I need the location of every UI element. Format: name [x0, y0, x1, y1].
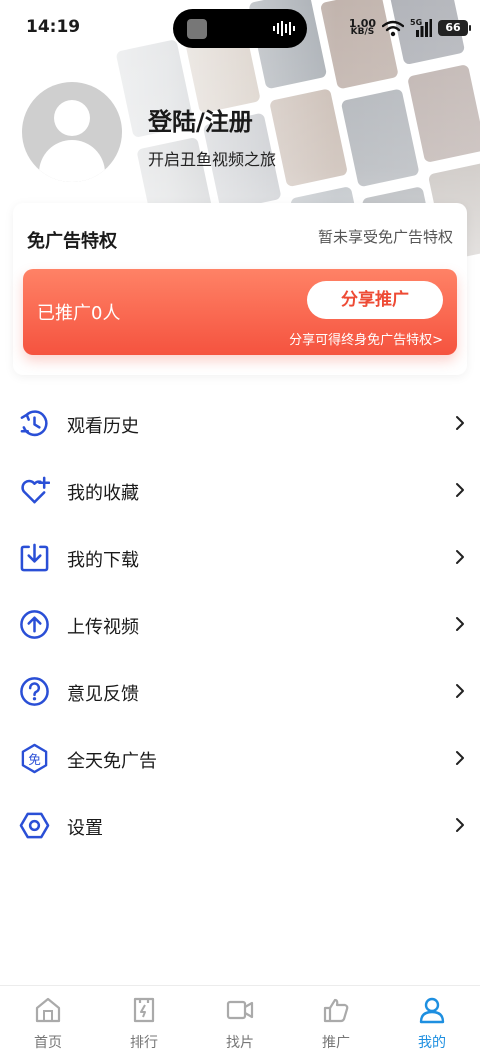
- share-promote-button[interactable]: 分享推广: [307, 281, 443, 319]
- svg-text:免: 免: [28, 752, 41, 767]
- clock: 14:19: [26, 17, 81, 37]
- login-register-link[interactable]: 登陆/注册: [148, 102, 253, 137]
- chevron-right-icon: [456, 416, 464, 430]
- nav-home[interactable]: 首页: [0, 986, 96, 1056]
- ad-free-card: 免广告特权 暂未享受免广告特权 已推广0人 分享推广 分享可得终身免广告特权>: [13, 203, 467, 375]
- promoted-count: 已推广0人: [37, 303, 121, 324]
- avatar[interactable]: [22, 82, 122, 182]
- chevron-right-icon: [456, 684, 464, 698]
- media-thumbnail-icon: [187, 19, 207, 39]
- cellular-signal-icon: 5G: [410, 19, 432, 37]
- menu-item-ad-free[interactable]: 免 全天免广告: [0, 725, 480, 792]
- network-speed: 1.00 KB/S: [348, 17, 376, 37]
- ranking-icon: [133, 997, 155, 1023]
- menu-item-downloads[interactable]: 我的下载: [0, 524, 480, 591]
- audio-wave-icon: [273, 21, 295, 36]
- promote-icon: [323, 998, 349, 1023]
- home-icon: [35, 997, 61, 1023]
- menu-list: 观看历史 我的收藏 我的下载 上传视频 意见反馈 免 全天免广告 设置: [0, 390, 480, 859]
- chevron-right-icon: [456, 751, 464, 765]
- chevron-right-icon: [456, 818, 464, 832]
- menu-item-favorites[interactable]: 我的收藏: [0, 457, 480, 524]
- bottom-nav: 首页 排行 找片 推广 我的: [0, 985, 480, 1056]
- nav-promote[interactable]: 推广: [288, 986, 384, 1056]
- promotion-banner[interactable]: 已推广0人 分享推广 分享可得终身免广告特权>: [23, 269, 457, 355]
- share-hint-link[interactable]: 分享可得终身免广告特权>: [289, 329, 443, 348]
- chevron-right-icon: [456, 483, 464, 497]
- menu-item-history[interactable]: 观看历史: [0, 390, 480, 457]
- chevron-right-icon: [456, 550, 464, 564]
- chevron-right-icon: [456, 617, 464, 631]
- user-icon: [419, 997, 445, 1024]
- menu-item-feedback[interactable]: 意见反馈: [0, 658, 480, 725]
- nav-mine[interactable]: 我的: [384, 986, 480, 1056]
- settings-icon: [19, 812, 50, 839]
- wifi-icon: [382, 20, 404, 36]
- download-icon: [20, 543, 49, 572]
- nav-ranking[interactable]: 排行: [96, 986, 192, 1056]
- nav-find-video[interactable]: 找片: [192, 986, 288, 1056]
- battery-indicator: 66: [438, 20, 471, 36]
- ad-free-title: 免广告特权: [27, 231, 117, 252]
- menu-item-upload[interactable]: 上传视频: [0, 591, 480, 658]
- ad-free-status: 暂未享受免广告特权: [317, 228, 453, 246]
- upload-icon: [20, 610, 49, 639]
- video-icon: [226, 1000, 254, 1020]
- dynamic-island: [173, 9, 307, 48]
- ad-free-icon: 免: [21, 743, 48, 774]
- question-icon: [20, 677, 49, 706]
- profile-subtitle: 开启丑鱼视频之旅: [148, 150, 277, 169]
- menu-item-settings[interactable]: 设置: [0, 792, 480, 859]
- history-icon: [20, 410, 48, 437]
- status-bar: 14:19 1.00 KB/S 5G 66: [0, 0, 480, 56]
- heart-plus-icon: [21, 476, 50, 504]
